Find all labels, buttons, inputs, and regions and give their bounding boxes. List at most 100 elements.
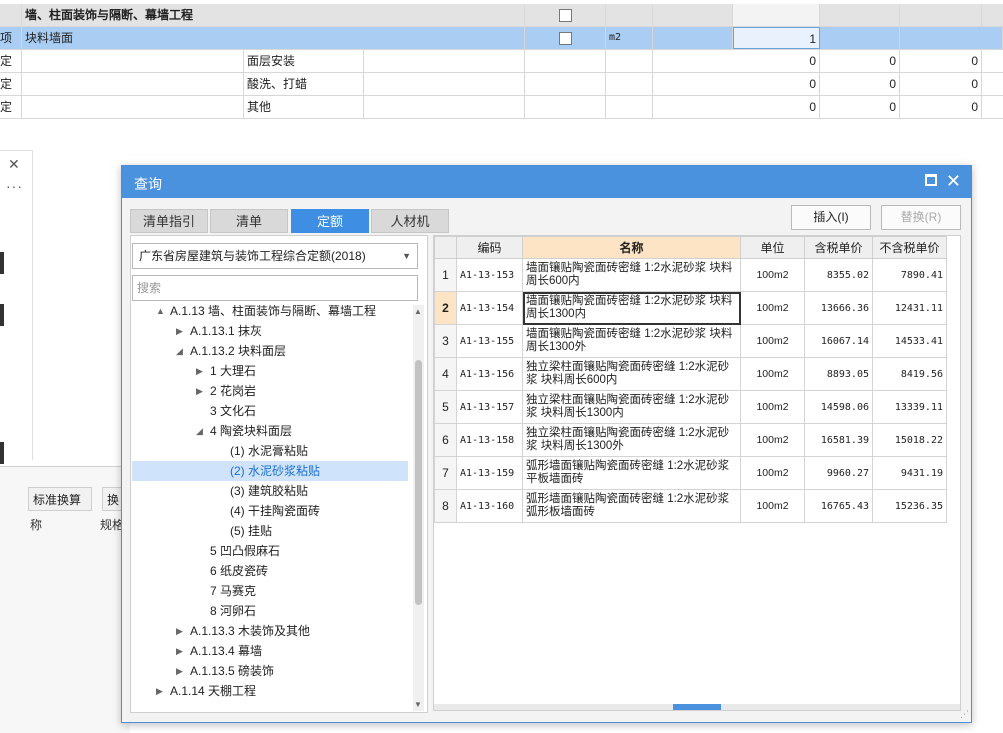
tree-node[interactable]: ▶ 2 花岗岩 bbox=[132, 381, 408, 401]
row-checkbox-cell[interactable] bbox=[525, 27, 606, 49]
name-cell[interactable]: 墙面镶贴陶瓷面砖密缝 1:2水泥砂浆 块料周长1300内 bbox=[522, 291, 741, 325]
column-header-code[interactable]: 编码 bbox=[456, 236, 523, 259]
row-index-cell[interactable]: 2 bbox=[434, 291, 457, 325]
row-v2[interactable]: 0 bbox=[820, 50, 900, 72]
tab-standard-conversion[interactable]: 标准换算 bbox=[28, 487, 92, 511]
row-index-cell[interactable]: 5 bbox=[434, 390, 457, 424]
maximize-icon[interactable] bbox=[925, 174, 937, 186]
tab-list[interactable]: 清单 bbox=[210, 209, 288, 233]
tree-node[interactable]: 3 文化石 bbox=[132, 401, 408, 421]
name-cell[interactable]: 弧形墙面镶贴陶瓷面砖密缝 1:2水泥砂浆 平板墙面砖 bbox=[522, 456, 741, 490]
tree-scroll-thumb[interactable] bbox=[415, 360, 422, 605]
row-v3[interactable]: 0 bbox=[900, 73, 982, 95]
name-cell[interactable]: 独立梁柱面镶贴陶瓷面砖密缝 1:2水泥砂浆 块料周长1300内 bbox=[522, 390, 741, 424]
tree-node[interactable]: ◢ A.1.13.2 块料面层 bbox=[132, 341, 408, 361]
tax-price-cell[interactable]: 8355.02 bbox=[804, 258, 873, 292]
row-index-cell[interactable]: 4 bbox=[434, 357, 457, 391]
expand-arrow-icon[interactable]: ▶ bbox=[176, 321, 183, 341]
expand-arrow-icon[interactable]: ▶ bbox=[156, 681, 163, 701]
tax-price-cell[interactable]: 16765.43 bbox=[804, 489, 873, 523]
row-checkbox[interactable] bbox=[558, 32, 572, 46]
unit-cell[interactable]: 100m2 bbox=[740, 456, 805, 490]
tab-labor-material-machine[interactable]: 人材机 bbox=[371, 209, 449, 233]
row-name[interactable]: 块料墙面 bbox=[22, 27, 525, 49]
table-row[interactable]: 2 A1-13-154 墙面镶贴陶瓷面砖密缝 1:2水泥砂浆 块料周长1300内 10… bbox=[434, 291, 947, 325]
row-v1[interactable]: 0 bbox=[653, 73, 820, 95]
sheet-header-row[interactable]: 墙、柱面装饰与隔断、幕墙工程 bbox=[0, 4, 1003, 27]
chevron-down-icon[interactable]: ▼ bbox=[402, 244, 411, 268]
dialog-title-bar[interactable]: 查询 ✕ bbox=[122, 166, 971, 198]
row-index-cell[interactable]: 1 bbox=[434, 258, 457, 292]
header-checkbox[interactable] bbox=[558, 9, 572, 23]
unit-cell[interactable]: 100m2 bbox=[740, 291, 805, 325]
tree-node[interactable]: 6 纸皮瓷砖 bbox=[132, 561, 408, 581]
expand-arrow-icon[interactable]: ▶ bbox=[176, 661, 183, 681]
table-row[interactable]: 6 A1-13-158 独立梁柱面镶贴陶瓷面砖密缝 1:2水泥砂浆 块料周长1300… bbox=[434, 423, 947, 457]
close-icon[interactable]: ✕ bbox=[946, 169, 961, 193]
replace-button[interactable]: 替换(R) bbox=[881, 205, 961, 230]
name-cell[interactable]: 独立梁柱面镶贴陶瓷面砖密缝 1:2水泥砂浆 块料周长1300外 bbox=[522, 423, 741, 457]
column-header-unit[interactable]: 单位 bbox=[740, 236, 805, 259]
sheet-selected-row[interactable]: 项 块料墙面 m2 1 bbox=[0, 27, 1003, 50]
collapse-arrow-icon[interactable]: ▲ bbox=[156, 305, 165, 321]
collapse-arrow-icon[interactable]: ◢ bbox=[176, 341, 183, 361]
notax-price-cell[interactable]: 14533.41 bbox=[872, 324, 947, 358]
code-cell[interactable]: A1-13-159 bbox=[456, 456, 523, 490]
row-v3[interactable]: 0 bbox=[900, 50, 982, 72]
close-icon[interactable]: ✕ bbox=[8, 156, 20, 173]
search-input[interactable] bbox=[132, 275, 418, 301]
column-header-tax-price[interactable]: 含税单价 bbox=[804, 236, 873, 259]
row-qty[interactable]: 1 bbox=[733, 27, 820, 49]
unit-cell[interactable]: 100m2 bbox=[740, 423, 805, 457]
scroll-down-icon[interactable]: ▼ bbox=[414, 700, 422, 709]
tree-node[interactable]: (4) 干挂陶瓷面砖 bbox=[132, 501, 408, 521]
row-desc[interactable]: 酸洗、打蜡 bbox=[244, 73, 364, 95]
table-row[interactable]: 5 A1-13-157 独立梁柱面镶贴陶瓷面砖密缝 1:2水泥砂浆 块料周长1300… bbox=[434, 390, 947, 424]
tree-node[interactable]: 5 凹凸假麻石 bbox=[132, 541, 408, 561]
code-cell[interactable]: A1-13-158 bbox=[456, 423, 523, 457]
unit-cell[interactable]: 100m2 bbox=[740, 390, 805, 424]
unit-cell[interactable]: 100m2 bbox=[740, 489, 805, 523]
column-header-name[interactable]: 名称 bbox=[522, 236, 741, 259]
table-row[interactable]: 8 A1-13-160 弧形墙面镶贴陶瓷面砖密缝 1:2水泥砂浆 弧形板墙面砖 100… bbox=[434, 489, 947, 523]
row-v2[interactable]: 0 bbox=[820, 73, 900, 95]
code-cell[interactable]: A1-13-155 bbox=[456, 324, 523, 358]
sheet-row[interactable]: 定 其他 0 0 0 bbox=[0, 96, 1003, 119]
code-cell[interactable]: A1-13-160 bbox=[456, 489, 523, 523]
tree-node[interactable]: (3) 建筑胶粘贴 bbox=[132, 481, 408, 501]
row-v2[interactable]: 0 bbox=[820, 96, 900, 118]
notax-price-cell[interactable]: 15236.35 bbox=[872, 489, 947, 523]
tree-node[interactable]: (2) 水泥砂浆粘贴 bbox=[132, 461, 408, 481]
notax-price-cell[interactable]: 12431.11 bbox=[872, 291, 947, 325]
expand-arrow-icon[interactable]: ▶ bbox=[196, 381, 203, 401]
insert-button[interactable]: 插入(I) bbox=[791, 205, 871, 230]
name-cell[interactable]: 墙面镶贴陶瓷面砖密缝 1:2水泥砂浆 块料周长600内 bbox=[522, 258, 741, 292]
code-cell[interactable]: A1-13-156 bbox=[456, 357, 523, 391]
tax-price-cell[interactable]: 14598.06 bbox=[804, 390, 873, 424]
expand-arrow-icon[interactable]: ▶ bbox=[196, 361, 203, 381]
expand-arrow-icon[interactable]: ▶ bbox=[176, 641, 183, 661]
header-checkbox-cell[interactable] bbox=[525, 4, 606, 26]
row-index-cell[interactable]: 6 bbox=[434, 423, 457, 457]
row-desc[interactable]: 其他 bbox=[244, 96, 364, 118]
notax-price-cell[interactable]: 15018.22 bbox=[872, 423, 947, 457]
table-row[interactable]: 4 A1-13-156 独立梁柱面镶贴陶瓷面砖密缝 1:2水泥砂浆 块料周长600内… bbox=[434, 357, 947, 391]
tree-node[interactable]: ▶ A.1.13.1 抹灰 bbox=[132, 321, 408, 341]
code-cell[interactable]: A1-13-157 bbox=[456, 390, 523, 424]
tree-node[interactable]: ▶ 1 大理石 bbox=[132, 361, 408, 381]
more-icon[interactable]: ··· bbox=[6, 178, 23, 194]
tree-node[interactable]: ▶ A.1.13.3 木装饰及其他 bbox=[132, 621, 408, 641]
tax-price-cell[interactable]: 9960.27 bbox=[804, 456, 873, 490]
row-index-cell[interactable]: 7 bbox=[434, 456, 457, 490]
table-row[interactable]: 1 A1-13-153 墙面镶贴陶瓷面砖密缝 1:2水泥砂浆 块料周长600内 100… bbox=[434, 258, 947, 292]
notax-price-cell[interactable]: 8419.56 bbox=[872, 357, 947, 391]
tree-node[interactable]: (5) 挂贴 bbox=[132, 521, 408, 541]
grid-horizontal-scrollbar[interactable] bbox=[434, 704, 960, 710]
table-row[interactable]: 7 A1-13-159 弧形墙面镶贴陶瓷面砖密缝 1:2水泥砂浆 平板墙面砖 100m… bbox=[434, 456, 947, 490]
tab-quota[interactable]: 定额 bbox=[291, 209, 369, 233]
sheet-row[interactable]: 定 面层安装 0 0 0 bbox=[0, 50, 1003, 73]
expand-arrow-icon[interactable]: ▶ bbox=[176, 621, 183, 641]
notax-price-cell[interactable]: 9431.19 bbox=[872, 456, 947, 490]
tree-node[interactable]: ◢ 4 陶瓷块料面层 bbox=[132, 421, 408, 441]
code-cell[interactable]: A1-13-154 bbox=[456, 291, 523, 325]
